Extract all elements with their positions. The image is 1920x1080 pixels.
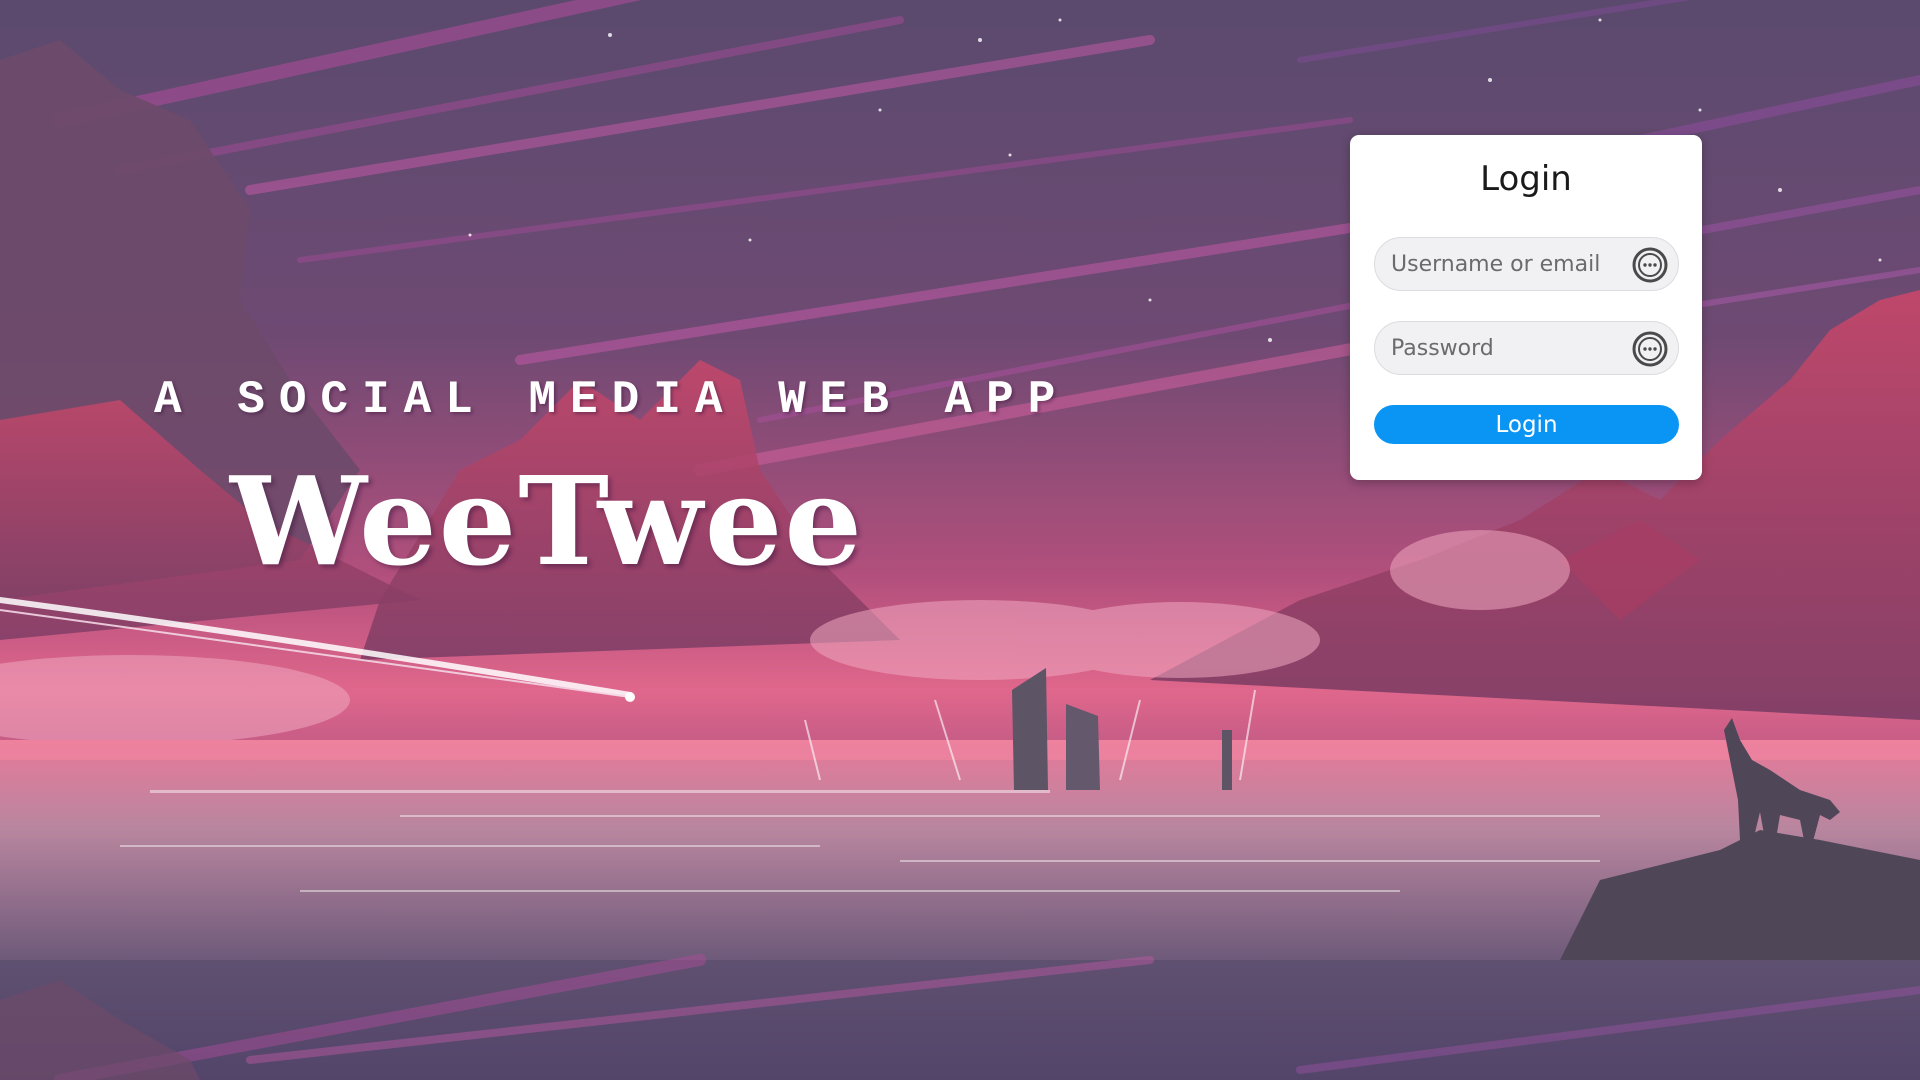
tagline: A SOCIAL MEDIA WEB APP bbox=[154, 374, 1070, 426]
login-button[interactable]: Login bbox=[1374, 405, 1679, 444]
username-input[interactable] bbox=[1391, 238, 1621, 290]
login-title: Login bbox=[1480, 159, 1572, 199]
username-field[interactable] bbox=[1374, 237, 1679, 291]
password-field[interactable] bbox=[1374, 321, 1679, 375]
brand-title: WeeTwee bbox=[230, 449, 864, 593]
password-input[interactable] bbox=[1391, 322, 1621, 374]
chat-bubble-icon[interactable] bbox=[1630, 329, 1670, 369]
login-card: Login Login bbox=[1350, 135, 1702, 480]
chat-bubble-icon[interactable] bbox=[1630, 245, 1670, 285]
